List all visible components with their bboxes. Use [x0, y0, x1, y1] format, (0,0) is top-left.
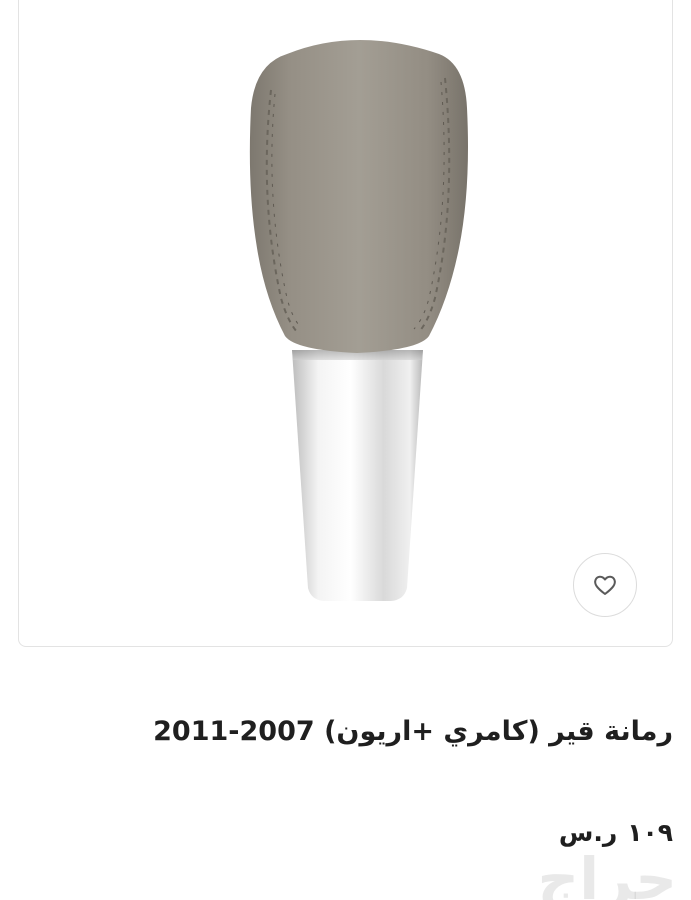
heart-outline-icon — [594, 575, 616, 595]
shaft-chrome — [292, 350, 423, 601]
product-photo[interactable] — [19, 0, 674, 647]
price-value: ١٠٩ — [627, 818, 673, 847]
product-image-card[interactable] — [18, 0, 673, 647]
product-price: ١٠٩ ر.س — [559, 818, 673, 847]
leather-knob — [249, 40, 468, 353]
product-page: رمانة قير (كامري +اريون) 2007-2011 حراج … — [0, 0, 691, 900]
favorite-button[interactable] — [573, 553, 637, 617]
site-watermark: حراج — [537, 845, 677, 900]
price-currency: ر.س — [558, 818, 618, 847]
product-title: رمانة قير (كامري +اريون) 2007-2011 — [153, 716, 673, 747]
